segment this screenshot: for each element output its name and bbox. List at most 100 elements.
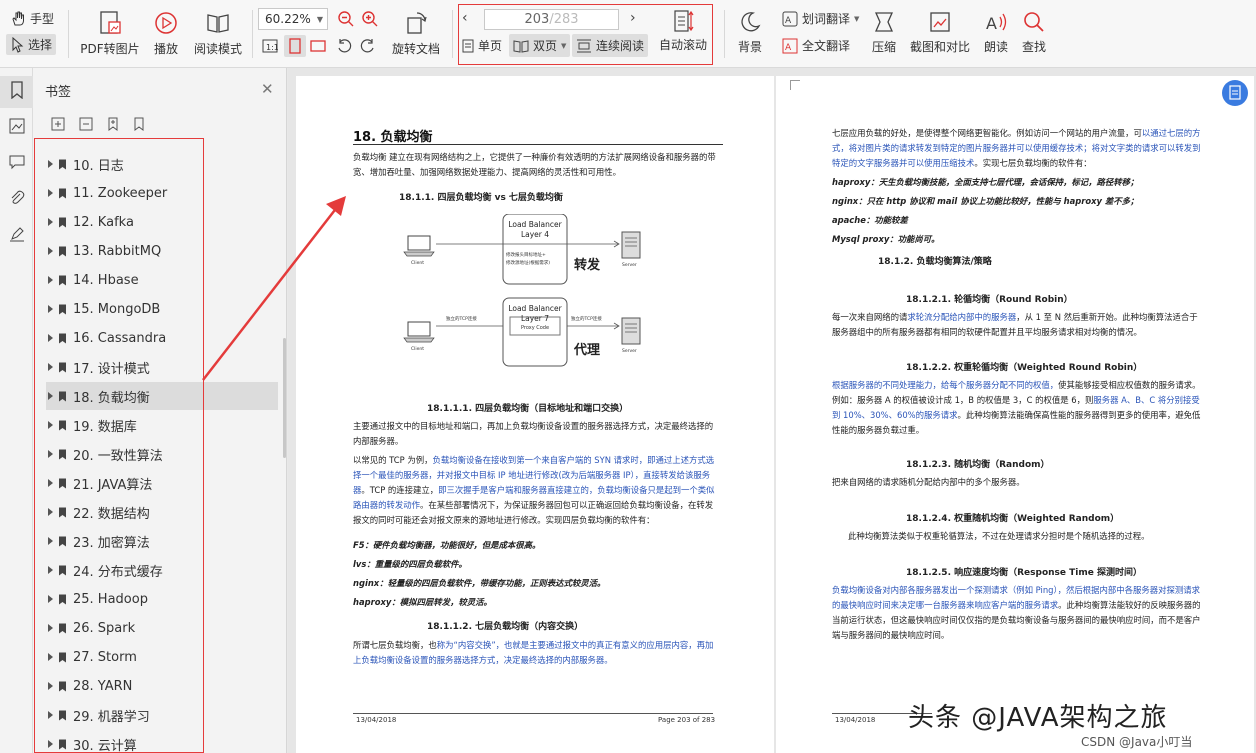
software-lvs: lvs：重量级的四层负载软件。 bbox=[353, 559, 467, 569]
rail-thumbnails[interactable] bbox=[0, 112, 33, 144]
bookmarks-panel: 书签 ✕ 10. 日志 11. Zookeeper 12. Kafka 13. Rab… bbox=[33, 68, 287, 753]
subsection-heading: 18.1.2.5. 响应速度均衡（Response Time 探测时间） bbox=[906, 568, 1142, 578]
single-page-label: 单页 bbox=[478, 39, 503, 53]
floating-action-button[interactable] bbox=[1222, 80, 1248, 106]
zoom-out-icon[interactable] bbox=[337, 10, 355, 28]
cursor-arrow-icon bbox=[10, 36, 24, 53]
moon-icon bbox=[738, 10, 762, 34]
svg-text:A: A bbox=[785, 16, 792, 26]
svg-text:独立的TCP连接: 独立的TCP连接 bbox=[446, 315, 477, 322]
full-translate-icon: A bbox=[782, 38, 798, 54]
search-icon bbox=[1022, 10, 1046, 34]
subsection-heading: 18.1.2. 负载均衡算法/策略 bbox=[878, 257, 992, 267]
page-total: /283 bbox=[549, 12, 579, 27]
toolbar-divider bbox=[252, 10, 253, 58]
collapse-all-icon[interactable] bbox=[79, 116, 93, 135]
compress-label: 压缩 bbox=[871, 40, 896, 54]
select-tool-button[interactable]: 选择 bbox=[6, 34, 57, 55]
double-page-icon bbox=[513, 39, 529, 53]
rail-comments[interactable] bbox=[0, 148, 33, 180]
hand-tool-button[interactable]: 手型 bbox=[10, 10, 54, 27]
play-button[interactable]: 播放 bbox=[150, 10, 182, 57]
find-button[interactable]: 查找 bbox=[1020, 10, 1048, 55]
double-page-button[interactable]: 双页 ▼ bbox=[509, 34, 571, 57]
read-mode-label: 阅读模式 bbox=[193, 42, 242, 56]
image-icon bbox=[9, 118, 25, 138]
svg-text:A: A bbox=[986, 14, 997, 33]
single-page-button[interactable]: 单页 bbox=[462, 37, 502, 54]
rotate-document-label: 旋转文档 bbox=[391, 42, 440, 56]
svg-text:Client: Client bbox=[411, 346, 424, 352]
pen-icon bbox=[9, 226, 25, 246]
svg-text:Layer 7: Layer 7 bbox=[521, 314, 549, 323]
chevron-down-icon: ▼ bbox=[316, 14, 323, 24]
compress-button[interactable]: 压缩 bbox=[868, 10, 900, 55]
svg-text:代理: 代理 bbox=[573, 342, 600, 358]
comment-icon bbox=[9, 154, 25, 174]
svg-text:Layer 4: Layer 4 bbox=[521, 230, 549, 239]
close-icon[interactable]: ✕ bbox=[261, 80, 274, 98]
bookmark-outline-icon[interactable] bbox=[133, 116, 145, 135]
single-page-icon bbox=[462, 39, 474, 53]
footer-rule bbox=[353, 713, 713, 714]
paragraph: 此种均衡算法类似于权重轮循算法，不过在处理请求分担时是个随机选择的过程。 bbox=[848, 531, 1150, 541]
svg-text:Server: Server bbox=[622, 262, 637, 268]
chevron-down-icon: ▼ bbox=[561, 41, 567, 50]
csdn-watermark: CSDN @Java小叮当 bbox=[1081, 735, 1193, 749]
read-aloud-label: 朗读 bbox=[983, 40, 1008, 54]
word-translate-button[interactable]: A 划词翻译 ▼ bbox=[782, 10, 859, 27]
fit-page-icon[interactable] bbox=[284, 35, 306, 57]
watermark-text: 头条 @JAVA架构之旅 bbox=[908, 703, 1168, 733]
bookmark-toolbar bbox=[51, 116, 145, 135]
intro-paragraph: 负载均衡 建立在现有网络结构之上，它提供了一种廉价有效透明的方法扩展网络设备和服… bbox=[353, 152, 716, 177]
paragraph: 所谓七层负载均衡，也称为“内容交换”，也就是主要通过报文中的真正有意义的应用层内… bbox=[353, 640, 714, 665]
svg-text:修改报头目标地址+: 修改报头目标地址+ bbox=[506, 251, 546, 258]
svg-text:A: A bbox=[785, 43, 792, 53]
client-laptop-icon bbox=[403, 235, 435, 343]
subsection-heading: 18.1.1. 四层负载均衡 vs 七层负载均衡 bbox=[399, 193, 563, 203]
side-rail bbox=[0, 68, 33, 753]
rail-signature[interactable] bbox=[0, 220, 33, 252]
add-bookmark-icon[interactable] bbox=[107, 116, 119, 135]
find-label: 查找 bbox=[1021, 40, 1046, 54]
auto-scroll-button[interactable]: 自动滚动 bbox=[655, 8, 711, 53]
background-button[interactable]: 背景 bbox=[734, 10, 766, 55]
page-number-input[interactable]: 203/283 bbox=[484, 9, 619, 30]
prev-page-icon[interactable]: ‹ bbox=[462, 10, 468, 26]
svg-text:Load Balancer: Load Balancer bbox=[508, 304, 562, 313]
paperclip-icon bbox=[9, 190, 25, 210]
screenshot-compare-button[interactable]: 截图和对比 bbox=[908, 10, 972, 55]
pdf-image-icon bbox=[97, 10, 123, 36]
hand-tool-label: 手型 bbox=[30, 12, 55, 26]
rotate-right-icon[interactable] bbox=[360, 38, 376, 54]
select-tool-label: 选择 bbox=[28, 38, 53, 52]
continuous-read-label: 连续阅读 bbox=[596, 39, 645, 53]
software-nginx: nginx：轻量级的四层负载软件，带缓存功能，正则表达式较灵活。 bbox=[353, 578, 606, 588]
rail-attachments[interactable] bbox=[0, 184, 33, 216]
pdf-to-image-button[interactable]: PDF转图片 bbox=[80, 10, 140, 57]
play-icon bbox=[153, 10, 179, 36]
rail-bookmarks[interactable] bbox=[0, 76, 33, 108]
rotate-document-button[interactable]: 旋转文档 bbox=[388, 10, 444, 57]
read-aloud-button[interactable]: A 朗读 bbox=[982, 10, 1010, 55]
actual-size-icon[interactable]: 1:1 bbox=[262, 38, 278, 54]
paragraph: 七层应用负载的好处，是使得整个网络更智能化。例如访问一个网站的用户流量，可以通过… bbox=[832, 128, 1201, 168]
next-page-icon[interactable]: › bbox=[630, 10, 636, 26]
document-view: 18. 负载均衡 负载均衡 建立在现有网络结构之上，它提供了一种廉价有效透明的方… bbox=[288, 68, 1256, 753]
read-mode-button[interactable]: 阅读模式 bbox=[192, 10, 244, 57]
panel-scrollbar[interactable] bbox=[283, 338, 286, 458]
subsection-heading: 18.1.2.1. 轮循均衡（Round Robin） bbox=[906, 295, 1073, 305]
full-translate-button[interactable]: A 全文翻译 bbox=[782, 37, 850, 54]
svg-text:1:1: 1:1 bbox=[266, 43, 278, 52]
software-haproxy: haproxy：模拟四层转发，较灵活。 bbox=[353, 597, 492, 607]
screenshot-icon bbox=[928, 10, 952, 34]
toolbar-divider bbox=[452, 10, 453, 58]
continuous-read-button[interactable]: 连续阅读 bbox=[572, 34, 649, 57]
rotate-left-icon[interactable] bbox=[336, 38, 352, 54]
expand-all-icon[interactable] bbox=[51, 116, 65, 135]
zoom-in-icon[interactable] bbox=[361, 10, 379, 28]
paragraph: 每一次来自网络的请求轮流分配给内部中的服务器，从 1 至 N 然后重新开始。此种… bbox=[832, 312, 1198, 337]
fit-width-icon[interactable] bbox=[310, 38, 326, 54]
software-mysql-proxy: Mysql proxy：功能尚可。 bbox=[832, 234, 940, 244]
zoom-select[interactable]: 60.22% ▼ bbox=[258, 8, 328, 30]
